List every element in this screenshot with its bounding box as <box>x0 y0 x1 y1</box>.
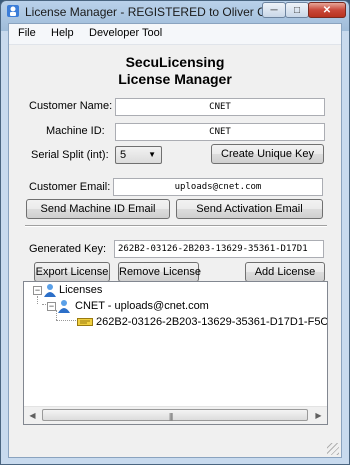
user-icon <box>44 284 56 297</box>
machine-id-input[interactable]: CNET <box>115 123 325 141</box>
serial-split-select[interactable]: 5 ▼ <box>115 146 162 164</box>
divider <box>25 225 327 227</box>
scroll-right-icon[interactable]: ▶ <box>310 407 327 424</box>
app-window: License Manager - REGISTERED to Oliver C… <box>0 0 350 465</box>
menu-file[interactable]: File <box>18 27 36 39</box>
collapse-icon[interactable]: − <box>47 302 56 311</box>
app-heading-line1: SecuLicensing <box>125 54 225 70</box>
customer-name-label: Customer Name: <box>29 100 113 112</box>
add-license-button[interactable]: Add License <box>245 262 325 282</box>
app-heading-line2: License Manager <box>118 71 232 87</box>
serial-split-label: Serial Split (int): <box>31 149 109 161</box>
generated-key-label: Generated Key: <box>29 243 107 255</box>
tree-node-customer[interactable]: − CNET - uploads@cnet.com <box>24 298 324 314</box>
tree-label-license-key: 262B2-03126-2B203-13629-35361-D17D1-F5C5… <box>96 316 328 328</box>
user-icon <box>58 300 70 313</box>
scroll-left-icon[interactable]: ◀ <box>24 407 41 424</box>
export-license-button[interactable]: Export License <box>34 262 110 282</box>
maximize-button[interactable]: □ <box>285 2 309 18</box>
license-tree[interactable]: − Licenses − CNET - uploads@cnet.com 262… <box>23 281 328 425</box>
generated-key-field[interactable]: 262B2-03126-2B203-13629-35361-D17D1 <box>114 240 324 258</box>
grip-icon: ||| <box>169 412 173 421</box>
status-bar <box>9 437 341 457</box>
serial-split-value: 5 <box>120 149 127 161</box>
title-bar[interactable]: License Manager - REGISTERED to Oliver C… <box>1 1 349 23</box>
tree-node-licenses[interactable]: − Licenses <box>24 282 324 298</box>
send-machine-id-email-button[interactable]: Send Machine ID Email <box>26 199 170 219</box>
resize-grip-icon[interactable] <box>327 443 339 455</box>
menu-help[interactable]: Help <box>51 27 74 39</box>
machine-id-label: Machine ID: <box>46 125 105 137</box>
client-area: File Help Developer Tool SecuLicensing L… <box>8 23 342 458</box>
minimize-button[interactable]: ─ <box>262 2 286 18</box>
menu-bar: File Help Developer Tool <box>9 24 341 45</box>
menu-developer-tool[interactable]: Developer Tool <box>89 27 162 39</box>
remove-license-button[interactable]: Remove License <box>118 262 201 282</box>
chevron-down-icon: ▼ <box>148 150 156 159</box>
key-icon <box>77 318 93 326</box>
collapse-icon[interactable]: − <box>33 286 42 295</box>
customer-name-input[interactable]: CNET <box>115 98 325 116</box>
customer-email-label: Customer Email: <box>29 181 111 193</box>
send-activation-email-button[interactable]: Send Activation Email <box>176 199 323 219</box>
customer-email-input[interactable]: uploads@cnet.com <box>113 178 323 196</box>
create-unique-key-button[interactable]: Create Unique Key <box>211 144 324 164</box>
close-button[interactable]: ✕ <box>308 2 346 18</box>
window-title: License Manager - REGISTERED to Oliver C… <box>25 5 298 19</box>
scrollbar-thumb[interactable]: ||| <box>42 409 308 421</box>
tree-label-customer: CNET - uploads@cnet.com <box>75 300 209 312</box>
horizontal-scrollbar[interactable]: ◀ ||| ▶ <box>24 406 327 424</box>
app-icon <box>7 5 19 17</box>
tree-node-license-key[interactable]: 262B2-03126-2B203-13629-35361-D17D1-F5C5… <box>24 314 327 330</box>
tree-label-licenses: Licenses <box>59 284 103 296</box>
